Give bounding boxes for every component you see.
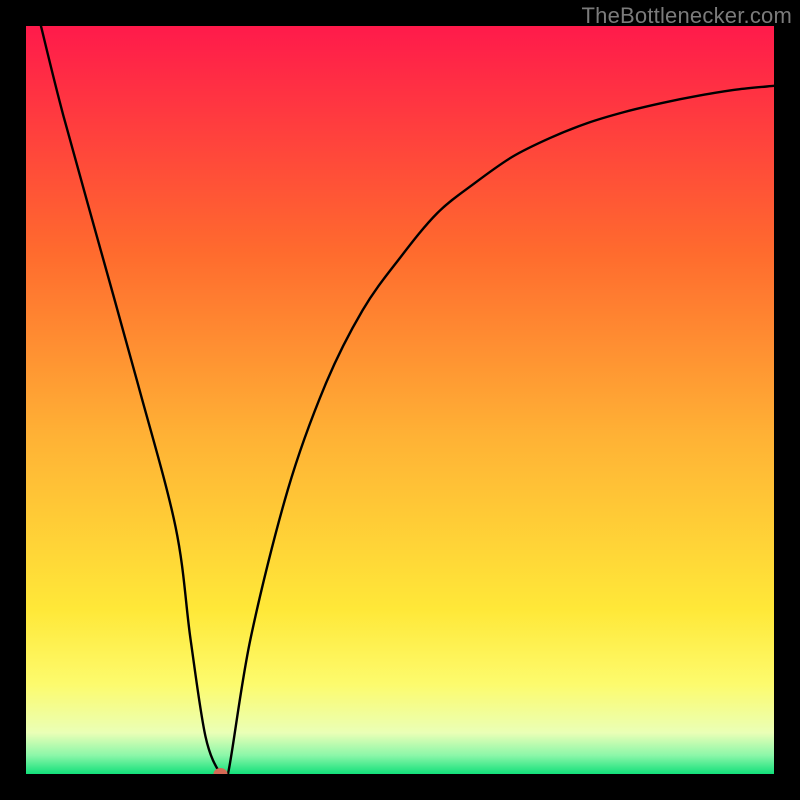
chart-overlay xyxy=(26,26,774,774)
plot-area xyxy=(26,26,774,774)
chart-stage: TheBottlenecker.com xyxy=(0,0,800,800)
watermark-label: TheBottlenecker.com xyxy=(582,3,792,29)
optimal-marker xyxy=(213,768,227,774)
bottleneck-curve xyxy=(41,26,774,774)
